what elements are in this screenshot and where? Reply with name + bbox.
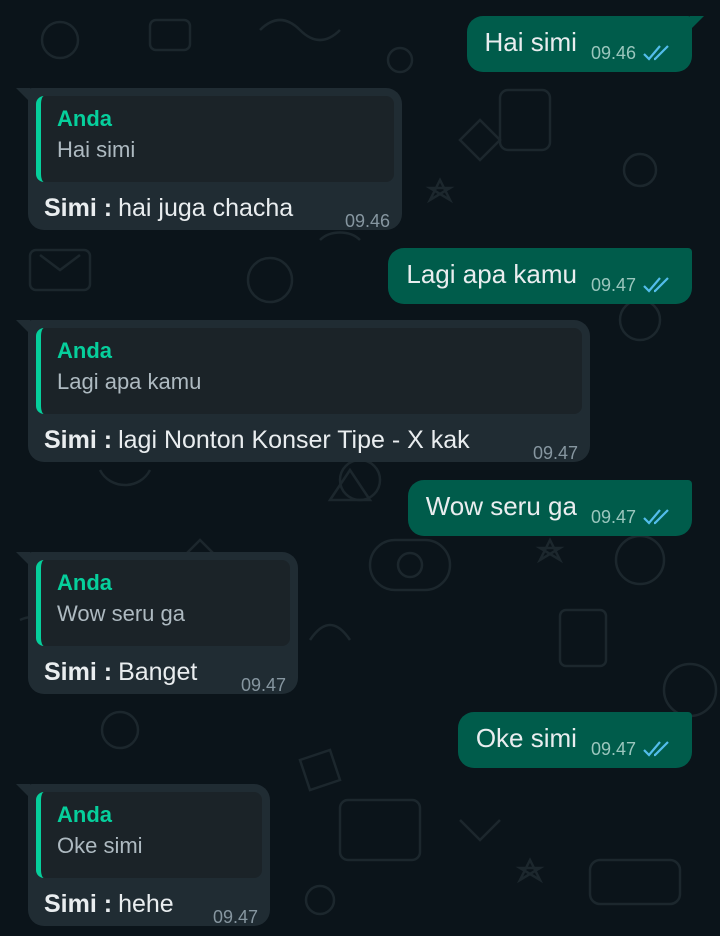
sender-label: Simi : xyxy=(44,657,113,686)
quote-text: Wow seru ga xyxy=(57,601,185,626)
double-check-icon xyxy=(643,45,669,61)
quoted-message[interactable]: Anda Wow seru ga xyxy=(36,560,290,646)
quoted-message[interactable]: Anda Lagi apa kamu xyxy=(36,328,582,414)
quote-author: Anda xyxy=(57,106,112,131)
message-text: hai juga chacha xyxy=(118,193,294,222)
bubble-tail xyxy=(690,16,704,30)
double-check-icon xyxy=(643,741,669,757)
message-text: Banget xyxy=(118,657,198,686)
quoted-message[interactable]: Anda Oke simi xyxy=(36,792,262,878)
message-text: Oke simi xyxy=(475,723,577,753)
message-time: 09.46 xyxy=(344,211,390,231)
bubble-tail xyxy=(16,784,30,798)
chat-area: Hai simi 09.46 Anda Hai simi Simi : hai … xyxy=(0,0,720,936)
quote-text: Hai simi xyxy=(57,137,136,162)
sender-label: Simi : xyxy=(44,889,113,918)
quote-author: Anda xyxy=(57,570,112,595)
outgoing-message[interactable]: Hai simi 09.46 xyxy=(466,16,704,72)
message-time: 09.47 xyxy=(590,275,636,295)
bubble-tail xyxy=(16,320,30,334)
message-time: 09.47 xyxy=(240,675,286,695)
outgoing-message[interactable]: Oke simi 09.47 xyxy=(457,712,692,768)
message-text: lagi Nonton Konser Tipe - X kak xyxy=(118,425,470,454)
bubble-tail xyxy=(16,88,30,102)
incoming-message[interactable]: Anda Lagi apa kamu Simi : lagi Nonton Ko… xyxy=(16,320,590,463)
message-text: Lagi apa kamu xyxy=(406,259,577,289)
quoted-message[interactable]: Anda Hai simi xyxy=(36,96,394,182)
message-time: 09.47 xyxy=(590,507,636,527)
message-text: Wow seru ga xyxy=(425,491,577,521)
sender-label: Simi : xyxy=(44,193,113,222)
double-check-icon xyxy=(643,509,669,525)
message-time: 09.47 xyxy=(590,739,636,759)
quote-author: Anda xyxy=(57,338,112,363)
incoming-message[interactable]: Anda Wow seru ga Simi : Banget 09.47 xyxy=(16,552,298,695)
outgoing-message[interactable]: Lagi apa kamu 09.47 xyxy=(388,248,692,304)
message-text: hehe xyxy=(118,889,174,918)
quote-author: Anda xyxy=(57,802,112,827)
outgoing-message[interactable]: Wow seru ga 09.47 xyxy=(407,480,692,536)
quote-text: Lagi apa kamu xyxy=(57,369,202,394)
message-time: 09.47 xyxy=(212,907,258,927)
incoming-message[interactable]: Anda Oke simi Simi : hehe 09.47 xyxy=(16,784,270,927)
bubble-tail xyxy=(16,552,30,566)
quote-text: Oke simi xyxy=(57,833,143,858)
incoming-message[interactable]: Anda Hai simi Simi : hai juga chacha 09.… xyxy=(16,88,402,231)
message-time: 09.46 xyxy=(590,43,636,63)
message-text: Hai simi xyxy=(484,27,577,57)
sender-label: Simi : xyxy=(44,425,113,454)
message-time: 09.47 xyxy=(532,443,578,463)
double-check-icon xyxy=(643,277,669,293)
